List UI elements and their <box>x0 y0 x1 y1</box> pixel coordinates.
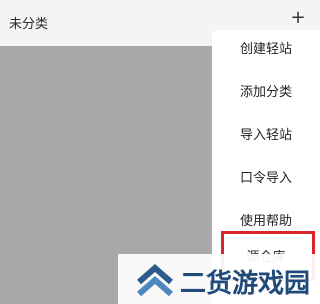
menu-item-add-category[interactable]: 添加分类 <box>212 77 320 109</box>
menu-item-import-site[interactable]: 导入轻站 <box>212 120 320 152</box>
menu-item-create-site[interactable]: 创建轻站 <box>212 34 320 66</box>
watermark-text: 二货游戏园 <box>180 269 311 299</box>
double-chevron-up-icon <box>137 264 173 297</box>
menu-item-code-import[interactable]: 口令导入 <box>212 163 320 195</box>
category-title: 未分类 <box>9 17 49 32</box>
watermark: 二货游戏园 <box>118 254 320 304</box>
plus-icon[interactable]: + <box>290 8 306 28</box>
